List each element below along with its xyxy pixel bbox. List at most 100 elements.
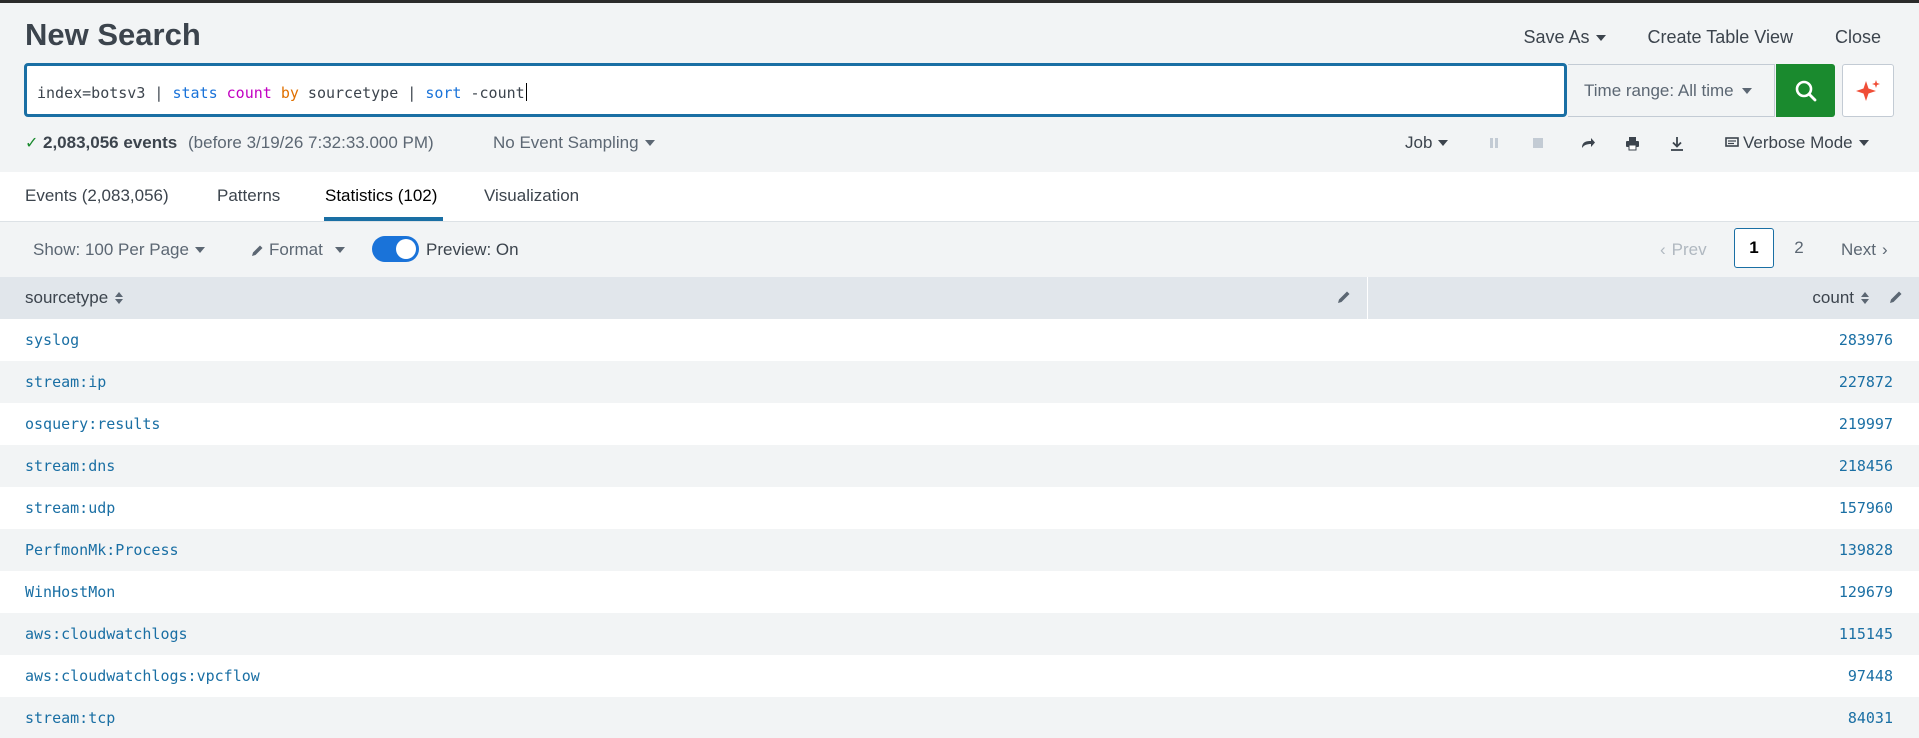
search-token: -count: [461, 84, 525, 102]
search-token: sourcetype |: [298, 84, 426, 102]
event-count: 2,083,056 events: [43, 133, 178, 152]
create-table-view-label: Create Table View: [1647, 27, 1793, 47]
column-header-count[interactable]: count: [1812, 288, 1869, 308]
column-header-sourcetype[interactable]: sourcetype: [25, 288, 124, 308]
print-icon: [1625, 136, 1639, 150]
count-cell[interactable]: 84031: [1848, 709, 1893, 727]
count-cell[interactable]: 97448: [1848, 667, 1893, 685]
tab-patterns[interactable]: Patterns: [217, 186, 280, 206]
preview-toggle[interactable]: [372, 236, 419, 262]
tab-events[interactable]: Events (2,083,056): [25, 186, 169, 206]
tab-statistics[interactable]: Statistics (102): [325, 186, 437, 206]
page-header: New Search Save As Create Table View Clo…: [0, 3, 1919, 61]
pager-prev-button[interactable]: ‹ Prev: [1660, 240, 1707, 260]
tab-visualization[interactable]: Visualization: [484, 186, 579, 206]
table-row: WinHostMon 129679: [0, 571, 1919, 613]
sourcetype-cell[interactable]: syslog: [25, 331, 79, 349]
time-range-label: Time range: All time: [1584, 80, 1734, 100]
table-header: sourcetype count: [0, 277, 1919, 319]
search-token: [272, 84, 281, 102]
pencil-icon[interactable]: [1889, 290, 1903, 304]
search-input[interactable]: index=botsv3 | stats count by sourcetype…: [24, 63, 1567, 117]
table-row: stream:ip 227872: [0, 361, 1919, 403]
chevron-left-icon: ‹: [1660, 240, 1666, 259]
results-toolbar: Show: 100 Per Page Format Preview: On ‹ …: [0, 223, 1919, 277]
search-token: sort: [425, 84, 462, 102]
create-table-view-button[interactable]: Create Table View: [1648, 27, 1793, 48]
share-button[interactable]: [1579, 134, 1597, 152]
chevron-down-icon: [194, 247, 205, 253]
job-status-row: ✓ 2,083,056 events (before 3/19/26 7:32:…: [0, 128, 1919, 158]
sourcetype-cell[interactable]: stream:udp: [25, 499, 115, 517]
pause-icon: [1490, 138, 1498, 148]
search-icon: [1795, 80, 1816, 101]
export-button[interactable]: [1668, 134, 1686, 152]
table-row: aws:cloudwatchlogs:vpcflow 97448: [0, 655, 1919, 697]
chevron-down-icon: [1595, 34, 1606, 41]
per-page-dropdown[interactable]: Show: 100 Per Page: [33, 240, 205, 260]
close-label: Close: [1834, 27, 1881, 47]
sparkle-icon: [1856, 79, 1880, 101]
pager-prev-label: Prev: [1671, 240, 1707, 259]
format-label: Format: [269, 240, 323, 259]
chevron-down-icon: [1858, 140, 1869, 146]
text-cursor: [525, 83, 527, 101]
table-row: PerfmonMk:Process 139828: [0, 529, 1919, 571]
pager-page-2[interactable]: 2: [1779, 228, 1819, 268]
sourcetype-cell[interactable]: osquery:results: [25, 415, 160, 433]
job-menu[interactable]: Job: [1405, 133, 1449, 153]
table-row: stream:tcp 84031: [0, 697, 1919, 738]
stop-button[interactable]: [1529, 134, 1547, 152]
chevron-right-icon: ›: [1881, 240, 1888, 259]
event-sampling-dropdown[interactable]: No Event Sampling: [493, 133, 655, 153]
column-header-label: sourcetype: [25, 288, 109, 307]
pencil-icon[interactable]: [1337, 290, 1351, 304]
sourcetype-cell[interactable]: stream:ip: [25, 373, 106, 391]
close-button[interactable]: Close: [1835, 27, 1881, 48]
sourcetype-cell[interactable]: stream:tcp: [25, 709, 115, 727]
check-icon: ✓: [25, 135, 39, 152]
search-token: index=botsv3 |: [37, 84, 173, 102]
table-row: aws:cloudwatchlogs 115145: [0, 613, 1919, 655]
search-token: by: [280, 84, 299, 102]
column-divider[interactable]: [1367, 277, 1368, 319]
save-as-label: Save As: [1523, 27, 1590, 47]
format-dropdown[interactable]: Format: [251, 240, 345, 260]
count-cell[interactable]: 227872: [1839, 373, 1893, 391]
chevron-down-icon: [1741, 87, 1752, 94]
search-button[interactable]: [1776, 64, 1835, 117]
sourcetype-cell[interactable]: aws:cloudwatchlogs: [25, 625, 188, 643]
chevron-down-icon: [334, 247, 345, 253]
count-cell[interactable]: 129679: [1839, 583, 1893, 601]
sourcetype-cell[interactable]: PerfmonMk:Process: [25, 541, 179, 559]
pager-page-1[interactable]: 1: [1734, 228, 1774, 268]
pager-next-button[interactable]: Next ›: [1841, 240, 1888, 260]
search-mode-dropdown[interactable]: Verbose Mode: [1725, 133, 1869, 153]
time-range-picker[interactable]: Time range: All time: [1568, 64, 1775, 117]
active-tab-indicator: [324, 217, 443, 221]
count-cell[interactable]: 157960: [1839, 499, 1893, 517]
share-icon: [1582, 138, 1595, 148]
toggle-knob: [396, 239, 416, 259]
sourcetype-cell[interactable]: stream:dns: [25, 457, 115, 475]
pager-next-label: Next: [1841, 240, 1876, 259]
save-as-button[interactable]: Save As: [1523, 27, 1606, 48]
event-time-bound: (before 3/19/26 7:32:33.000 PM): [188, 133, 434, 152]
search-mode-label: Verbose Mode: [1743, 133, 1853, 152]
sourcetype-cell[interactable]: aws:cloudwatchlogs:vpcflow: [25, 667, 260, 685]
mode-icon: [1725, 137, 1739, 147]
table-row: stream:udp 157960: [0, 487, 1919, 529]
pause-button[interactable]: [1485, 134, 1503, 152]
event-sampling-label: No Event Sampling: [493, 133, 639, 152]
table-row: osquery:results 219997: [0, 403, 1919, 445]
count-cell[interactable]: 283976: [1839, 331, 1893, 349]
count-cell[interactable]: 139828: [1839, 541, 1893, 559]
count-cell[interactable]: 218456: [1839, 457, 1893, 475]
print-button[interactable]: [1623, 134, 1641, 152]
sort-icon: [115, 292, 124, 304]
ai-assistant-button[interactable]: [1842, 64, 1894, 117]
sourcetype-cell[interactable]: WinHostMon: [25, 583, 115, 601]
chevron-down-icon: [1438, 140, 1449, 146]
count-cell[interactable]: 219997: [1839, 415, 1893, 433]
count-cell[interactable]: 115145: [1839, 625, 1893, 643]
